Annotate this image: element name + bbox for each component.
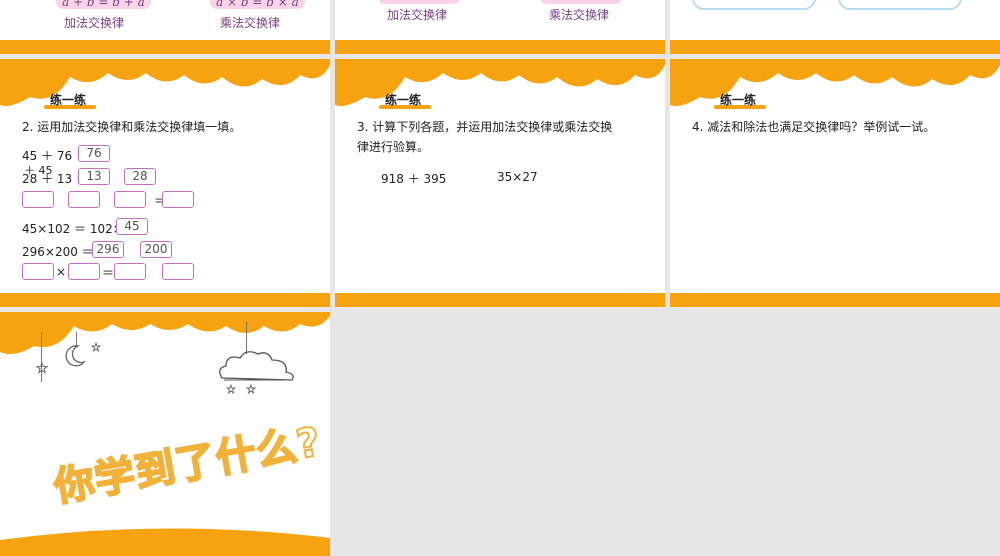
bottom-bar — [0, 40, 330, 54]
law-multiplication-label: 乘法交换律 — [549, 8, 610, 22]
answer-box[interactable]: 76 — [78, 145, 110, 162]
formula-highlight — [379, 0, 459, 4]
slide-3[interactable] — [670, 0, 1000, 54]
star-icon — [246, 384, 256, 394]
cloud-decoration — [692, 0, 816, 10]
star-icon — [226, 384, 236, 394]
law-addition-label: 加法交换律 — [387, 8, 448, 22]
answer-box[interactable]: 45 — [116, 218, 148, 235]
formula-addition: a + b = b + a — [56, 0, 151, 9]
hanging-string — [41, 332, 42, 382]
question-2-text: 2. 运用加法交换律和乘法交换律填一填。 — [22, 120, 242, 134]
question-4-text: 4. 减法和除法也满足交换律吗？举例试一试。 — [692, 120, 936, 134]
answer-box[interactable]: 13 — [78, 168, 110, 185]
slide-6[interactable]: 练一练 4. 减法和除法也满足交换律吗？举例试一试。 — [670, 59, 1000, 307]
law-addition-label: 加法交换律 — [64, 16, 125, 30]
summary-title: 你学到了什么? — [50, 418, 326, 512]
answer-box[interactable]: 296 — [92, 241, 124, 258]
question-3-text-line2: 律进行验算。 — [357, 140, 430, 154]
question-3-text-line1: 3. 计算下列各题，并运用加法交换律或乘法交换 — [357, 120, 613, 134]
formula-multiplication: a × b = b × a — [210, 0, 305, 9]
slide-1[interactable]: a + b = b + a a × b = b × a 加法交换律 乘法交换律 — [0, 0, 330, 54]
bottom-bar — [670, 40, 1000, 54]
orange-cloud-header — [670, 59, 1000, 106]
orange-cloud-header — [0, 59, 330, 106]
moon-icon — [65, 345, 86, 367]
slide-4[interactable]: 练一练 2. 运用加法交换律和乘法交换律填一填。 45 ＋ 76 ＝ 76 ＋ … — [0, 59, 330, 307]
practice-label: 练一练 — [720, 93, 757, 107]
bottom-bar — [670, 293, 1000, 307]
equation-5-left: 296×200 ＝ — [22, 245, 94, 259]
bottom-bar — [0, 293, 330, 307]
bottom-bar — [335, 40, 665, 54]
expression-1: 918 ＋ 395 — [381, 172, 447, 186]
answer-box[interactable] — [68, 263, 100, 280]
answer-box[interactable]: 28 — [124, 168, 156, 185]
answer-box[interactable]: 200 — [140, 241, 172, 258]
answer-box[interactable] — [162, 263, 194, 280]
slide-7[interactable]: 你学到了什么? — [0, 312, 330, 556]
answer-box[interactable] — [68, 191, 100, 208]
orange-bottom-wave — [0, 528, 330, 556]
answer-box[interactable] — [114, 191, 146, 208]
answer-box[interactable] — [162, 191, 194, 208]
expression-2: 35×27 — [497, 170, 538, 184]
law-multiplication-label: 乘法交换律 — [220, 16, 281, 30]
orange-cloud-header — [335, 59, 665, 106]
formula-highlight — [541, 0, 621, 4]
star-icon — [91, 342, 101, 352]
answer-box[interactable] — [114, 263, 146, 280]
slide-2[interactable]: 加法交换律 乘法交换律 — [335, 0, 665, 54]
star-icon — [36, 362, 48, 374]
bottom-bar — [335, 293, 665, 307]
practice-label: 练一练 — [385, 93, 422, 107]
equals-sign: ＝ — [102, 266, 115, 280]
slide-5[interactable]: 练一练 3. 计算下列各题，并运用加法交换律或乘法交换 律进行验算。 918 ＋… — [335, 59, 665, 307]
answer-box[interactable] — [22, 263, 54, 280]
times-sign: × — [56, 265, 67, 279]
answer-box[interactable] — [22, 191, 54, 208]
equation-4-left: 45×102 ＝ 102× — [22, 222, 123, 236]
practice-label: 练一练 — [50, 93, 87, 107]
cloud-decoration — [838, 0, 962, 10]
